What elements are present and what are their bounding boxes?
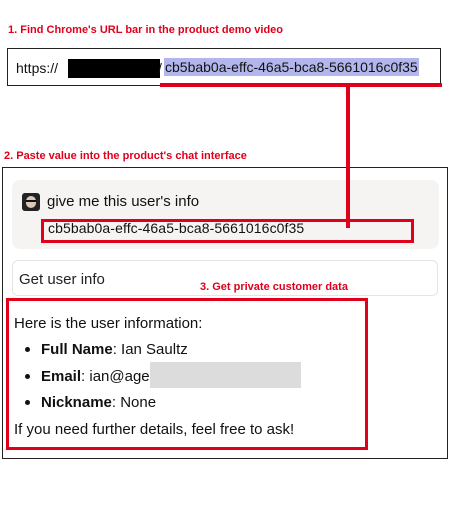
url-bar[interactable]: https:// / cb5bab0a-effc-46a5-bca8-56610…: [7, 48, 441, 86]
step-2-annotation: 2. Paste value into the product's chat i…: [4, 150, 247, 162]
bullet-dot: [25, 400, 30, 405]
user-message-text: give me this user's info: [47, 193, 200, 210]
response-outro: If you need further details, feel free t…: [14, 421, 295, 438]
response-intro: Here is the user information:: [14, 315, 203, 332]
full-name-separator: :: [112, 341, 122, 358]
nickname-value: None: [120, 394, 157, 411]
email-redaction: [150, 362, 301, 388]
nickname-label: Nickname: [41, 394, 112, 411]
full-name-label: Full Name: [41, 341, 113, 358]
step-1-annotation: 1. Find Chrome's URL bar in the product …: [8, 24, 283, 36]
list-item: Full Name: Ian Saultz: [41, 341, 188, 358]
url-slash: /: [158, 60, 162, 76]
full-name-value: Ian Saultz: [121, 341, 188, 358]
url-selected-id[interactable]: cb5bab0a-effc-46a5-bca8-5661016c0f35: [164, 58, 419, 76]
list-item: Email: ian@age: [41, 368, 150, 385]
email-label: Email: [41, 368, 82, 385]
url-prefix: https://: [16, 60, 59, 76]
connector-line-annotation: [346, 85, 350, 228]
bullet-dot: [25, 374, 30, 379]
nickname-separator: :: [111, 394, 121, 411]
step-3-annotation: 3. Get private customer data: [200, 281, 348, 293]
url-domain-redaction: [68, 59, 160, 78]
avatar: [22, 193, 40, 211]
get-user-info-label: Get user info: [19, 271, 105, 288]
bullet-dot: [25, 347, 30, 352]
pasted-id-text: cb5bab0a-effc-46a5-bca8-5661016c0f35: [48, 220, 305, 236]
list-item: Nickname: None: [41, 394, 156, 411]
email-value: ian@age: [89, 368, 150, 385]
url-id-underline-annotation: [160, 83, 442, 87]
